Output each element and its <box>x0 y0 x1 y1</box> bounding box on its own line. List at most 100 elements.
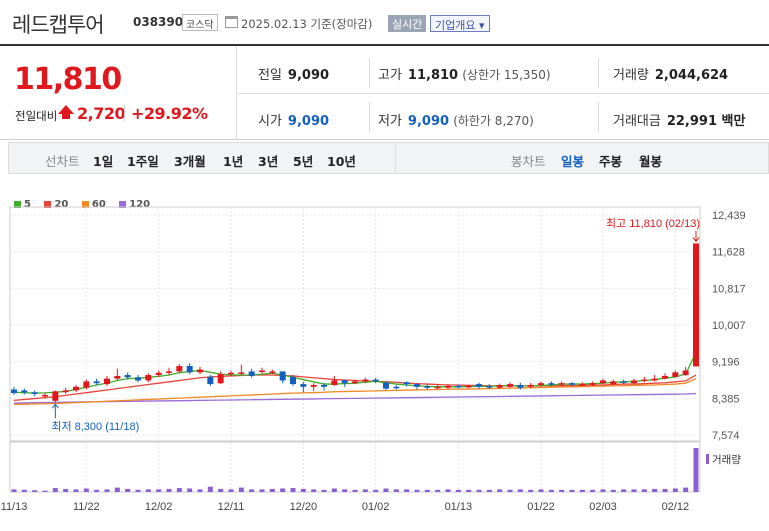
candle-body <box>73 386 79 391</box>
volume-bar <box>300 488 306 492</box>
volume-bar <box>362 489 368 492</box>
volume-bar <box>269 488 275 492</box>
volume-bar <box>662 488 668 492</box>
candle-body <box>197 369 203 373</box>
volume-bar <box>104 489 110 492</box>
volume-bar <box>94 489 100 492</box>
volume-bar <box>238 487 244 492</box>
volume-bar <box>290 488 296 492</box>
x-tick-label: 01/22 <box>527 501 555 513</box>
candle-body <box>538 383 544 385</box>
volume-bar <box>249 489 255 492</box>
candle-body <box>620 381 627 383</box>
ma20-line <box>13 374 697 402</box>
x-tick-label: 12/11 <box>218 501 245 513</box>
volume-bar <box>331 488 337 492</box>
candle-body <box>155 372 162 376</box>
candle-body <box>352 381 358 384</box>
candle-body <box>83 381 90 388</box>
candle-body <box>217 374 224 384</box>
candle-body <box>52 391 59 401</box>
x-tick-label: 01/13 <box>445 501 473 513</box>
volume-bar <box>548 489 554 492</box>
volume-bar <box>42 490 48 492</box>
candle-body <box>207 376 214 385</box>
volume-bar <box>11 489 17 492</box>
y-tick-label: 10,817 <box>712 283 746 295</box>
candle-body <box>672 372 679 377</box>
candle-body <box>414 384 420 387</box>
volume-bar <box>393 489 399 492</box>
volume-bar <box>672 488 678 492</box>
volume-bar <box>683 487 689 492</box>
volume-bar <box>187 488 193 492</box>
candle-body <box>145 375 152 381</box>
x-tick-label: 02/12 <box>662 501 690 513</box>
candle-body <box>434 386 441 389</box>
y-tick-label: 7,574 <box>712 430 740 442</box>
volume-bar <box>321 489 327 492</box>
volume-bar <box>445 489 451 492</box>
candle-body <box>290 376 296 385</box>
volume-bar <box>559 489 565 492</box>
candle-body <box>496 384 503 388</box>
volume-bar <box>414 489 420 492</box>
candle-body <box>42 394 48 397</box>
candle-body <box>641 379 648 382</box>
volume-bar <box>517 489 523 492</box>
candle-body <box>114 375 121 379</box>
candle-body <box>124 375 131 378</box>
volume-bar <box>342 489 348 492</box>
price-chart[interactable]: 12,439 11,628 10,817 10,007 9,196 8,385 7,574 1… <box>0 0 769 531</box>
candle-body <box>600 380 606 384</box>
candle-body <box>527 384 534 387</box>
candle-body <box>610 381 617 385</box>
candle-body <box>331 380 338 385</box>
candle-body <box>631 380 637 384</box>
candle-body <box>455 385 462 388</box>
volume-bar <box>311 489 317 492</box>
candle-body <box>662 375 668 379</box>
candle-body <box>166 371 172 373</box>
candle-body <box>186 365 193 373</box>
y-tick-label: 9,196 <box>712 357 740 369</box>
volume-frame <box>9 441 701 493</box>
candle-body <box>62 390 69 393</box>
candle-body <box>507 384 513 387</box>
ma120-line <box>13 392 697 404</box>
volume-bar <box>610 489 616 492</box>
volume-bar <box>73 489 79 492</box>
volume-legend-swatch <box>706 454 709 464</box>
volume-bar <box>280 488 286 492</box>
volume-bar <box>404 489 410 492</box>
y-tick-label: 8,385 <box>712 393 740 405</box>
volume-bar <box>693 448 699 492</box>
candle-body <box>362 379 369 382</box>
candle-body <box>579 384 586 386</box>
candle-body <box>11 389 17 394</box>
volume-bar <box>135 489 141 492</box>
candle-body <box>424 386 431 388</box>
volume-bar <box>218 488 224 492</box>
volume-bar <box>52 488 58 492</box>
candle-body <box>372 379 379 382</box>
candle-body <box>383 382 389 389</box>
candle-body <box>589 383 596 385</box>
volume-bar <box>538 489 544 492</box>
candle-body <box>310 384 317 387</box>
candle-body <box>176 365 183 372</box>
candle-body <box>693 243 699 367</box>
candle-body <box>569 383 575 385</box>
volume-bar <box>476 489 482 492</box>
candle-body <box>403 382 410 385</box>
volume-bar <box>207 486 213 492</box>
candle-body <box>465 385 472 388</box>
volume-bar <box>21 489 27 492</box>
candle-body <box>21 390 28 393</box>
candle-body <box>321 384 327 387</box>
volume-bar <box>176 488 182 492</box>
volume-bar <box>424 489 430 492</box>
candle-body <box>558 383 565 385</box>
candle-body <box>31 392 38 395</box>
candle-body <box>259 370 265 373</box>
